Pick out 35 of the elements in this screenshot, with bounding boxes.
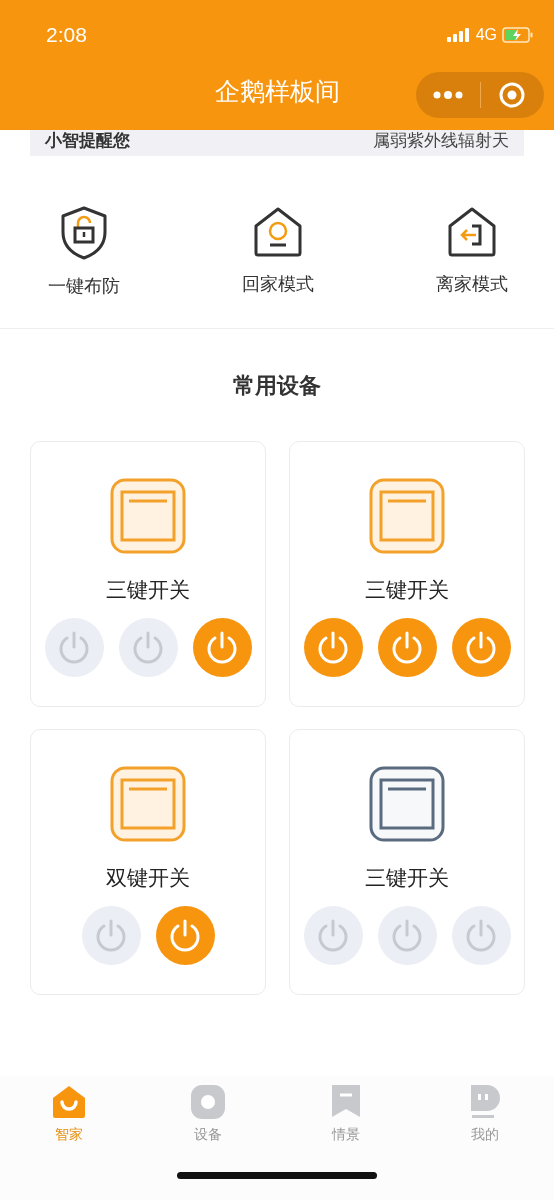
profile-icon (468, 1084, 501, 1120)
device-name: 三键开关 (365, 577, 449, 604)
quick-action-label: 一键布防 (48, 274, 120, 298)
quick-action-label: 回家模式 (242, 272, 314, 296)
battery-icon (502, 27, 534, 43)
switch-panel-icon (110, 766, 186, 842)
signal-icon (446, 28, 471, 42)
status-time: 2:08 (46, 23, 87, 47)
device-card[interactable]: 双键开关 (30, 729, 266, 995)
device-name: 三键开关 (365, 865, 449, 892)
switch-panel-icon (369, 766, 445, 842)
device-icon (189, 1084, 226, 1120)
section-title: 常用设备 (232, 372, 322, 400)
device-card[interactable]: 三键开关 (289, 441, 525, 707)
shield-lock-icon (59, 206, 109, 260)
switch-panel-icon (369, 478, 445, 554)
notice-text: 属弱紫外线辐射天 (373, 128, 509, 152)
device-name: 三键开关 (106, 577, 190, 604)
house-exit-icon (447, 206, 497, 258)
more-icon (432, 91, 463, 99)
bookmark-icon (330, 1084, 363, 1120)
device-card[interactable]: 三键开关 (30, 441, 266, 707)
quick-action-label: 离家模式 (436, 272, 508, 296)
quick-action[interactable]: 一键布防 (24, 206, 144, 298)
page-title: 企鹅样板间 (214, 75, 340, 108)
house-smile-icon (51, 1084, 88, 1120)
close-icon (499, 82, 526, 108)
network-label: 4G (475, 26, 497, 44)
device-card[interactable]: 三键开关 (289, 729, 525, 995)
quick-action[interactable]: 离家模式 (412, 206, 532, 298)
quick-action[interactable]: 回家模式 (218, 206, 338, 298)
switch-panel-icon (110, 478, 186, 554)
house-icon (253, 206, 303, 258)
notice-label: 小智提醒您 (45, 128, 130, 152)
device-name: 双键开关 (106, 865, 190, 892)
